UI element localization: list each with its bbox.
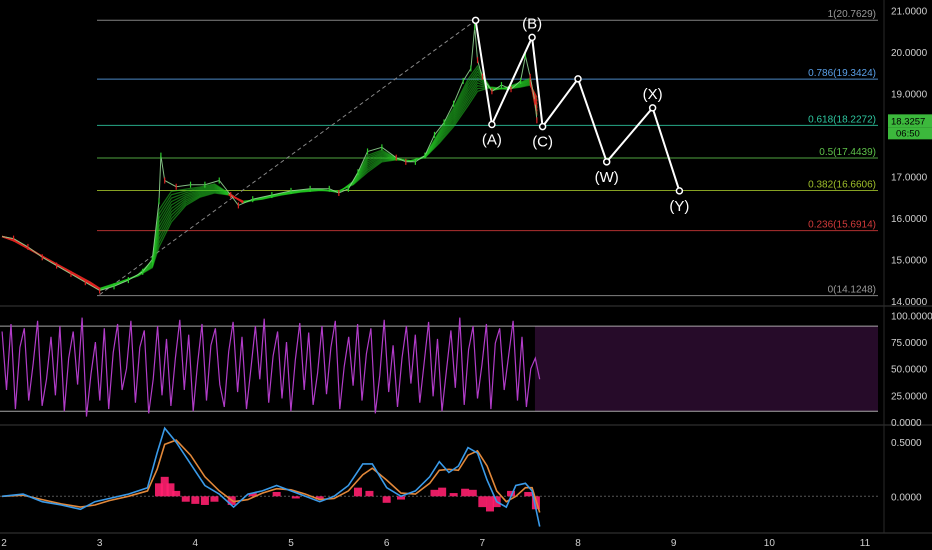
momentum-histogram-bar (478, 496, 487, 508)
oscillator-tick-label: 0.0000 (891, 418, 922, 429)
fib-level-label: 0.236(15.6914) (808, 220, 876, 231)
oscillator-tick-label: 50.0000 (891, 365, 928, 376)
momentum-histogram-bar (353, 487, 362, 497)
wave-label: (B) (522, 15, 542, 32)
oscillator-band-shade (534, 326, 878, 412)
momentum-tick-label: 0.0000 (891, 492, 922, 503)
wave-label: (A) (482, 131, 502, 148)
momentum-histogram-bar (449, 493, 458, 497)
y-tick-label: 19.0000 (891, 89, 928, 100)
y-tick-label: 15.0000 (891, 255, 928, 266)
momentum-histogram-bar (272, 491, 281, 497)
momentum-histogram-bar (172, 490, 181, 497)
fib-level-label: 0.618(18.2272) (808, 114, 876, 125)
x-tick-label: 6 (384, 538, 390, 549)
last-price-tag: 18.3257 06:50 (888, 114, 932, 140)
x-tick-label: 11 (860, 538, 871, 549)
wave-label: (W) (595, 169, 619, 186)
x-tick-label: 4 (193, 538, 199, 549)
y-tick-label: 16.0000 (891, 214, 928, 225)
fib-level-label: 0.786(19.3424) (808, 68, 876, 79)
last-price-label: 18.3257 (891, 116, 925, 127)
momentum-histogram-bar (291, 496, 300, 499)
momentum-histogram-bar (191, 496, 200, 504)
x-tick-label: 9 (671, 538, 677, 549)
fib-level-label: 0.382(16.6606) (808, 179, 876, 190)
x-tick-label: 7 (480, 538, 486, 549)
oscillator-tick-label: 25.0000 (891, 391, 928, 402)
momentum-histogram-bar (382, 496, 391, 503)
wave-point (528, 33, 536, 42)
y-tick-label: 20.0000 (891, 48, 928, 59)
y-tick-label: 14.0000 (891, 297, 928, 308)
x-tick-label: 2 (1, 538, 7, 549)
wave-point (574, 75, 582, 83)
x-tick-label: 5 (288, 538, 294, 549)
wave-point (648, 104, 657, 112)
x-tick-label: 8 (575, 538, 581, 549)
wave-point (471, 16, 480, 25)
countdown-label: 06:50 (896, 128, 920, 139)
wave-label: (Y) (669, 198, 689, 215)
momentum-histogram-bar (210, 496, 219, 502)
momentum-histogram-bar (181, 496, 190, 502)
y-tick-label: 21.0000 (891, 6, 928, 17)
x-tick-label: 3 (97, 538, 103, 549)
momentum-histogram-bar (200, 496, 209, 505)
momentum-tick-label: 0.5000 (891, 438, 922, 449)
wave-point (538, 122, 547, 131)
momentum-histogram-bar (524, 491, 533, 497)
y-tick-label: 17.0000 (891, 172, 928, 183)
momentum-histogram-bar (461, 488, 470, 497)
momentum-histogram-bar (365, 490, 374, 497)
momentum-histogram-bar (438, 487, 447, 497)
momentum-histogram-bar (468, 489, 477, 497)
oscillator-tick-label: 75.0000 (891, 338, 928, 349)
wave-label: (X) (643, 86, 663, 103)
wave-point (488, 120, 496, 129)
oscillator-tick-label: 100.0000 (891, 312, 932, 323)
wave-point (602, 158, 611, 166)
chart-canvas: 1(20.7629) 0.786(19.3424) 0.618(18.2272) 0.… (0, 0, 932, 550)
fib-level-label: 1(20.7629) (828, 9, 876, 20)
fib-level-label: 0(14.1248) (828, 285, 876, 296)
x-tick-label: 10 (764, 538, 776, 549)
momentum-histogram-bar (430, 489, 439, 497)
fib-level-label: 0.5(17.4439) (819, 147, 876, 158)
wave-point (675, 187, 684, 195)
wave-label: (C) (532, 134, 553, 151)
